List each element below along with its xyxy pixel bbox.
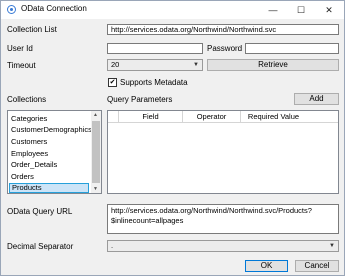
query-parameters-grid[interactable]: Field Operator Required Value — [107, 110, 339, 194]
app-icon — [7, 5, 16, 14]
collection-list-input[interactable]: http://services.odata.org/Northwind/Nort… — [107, 24, 339, 35]
odata-connection-dialog: OData Connection — ☐ ✕ Collection List h… — [0, 0, 345, 276]
retrieve-button[interactable]: Retrieve — [207, 59, 339, 71]
query-url-line-2: $inlinecount=allpages — [111, 216, 184, 225]
chevron-down-icon: ▼ — [193, 62, 199, 68]
grid-row-header — [108, 111, 118, 122]
list-item-selected[interactable]: Products — [9, 183, 89, 193]
scroll-up-icon[interactable]: ▲ — [93, 112, 98, 118]
collections-label: Collections — [7, 95, 47, 104]
grid-header: Field Operator Required Value — [108, 111, 338, 123]
timeout-select[interactable]: 20 ▼ — [107, 59, 203, 71]
list-item[interactable]: Categories — [11, 114, 47, 123]
list-item[interactable]: Customers — [11, 137, 47, 146]
scroll-thumb[interactable] — [92, 121, 100, 183]
scroll-down-icon[interactable]: ▼ — [93, 186, 98, 192]
decimal-separator-label: Decimal Separator — [7, 242, 74, 251]
odata-query-url-label: OData Query URL — [7, 207, 73, 216]
password-input[interactable] — [245, 43, 339, 54]
list-item[interactable]: Employees — [11, 149, 48, 158]
query-parameters-label: Query Parameters — [107, 95, 173, 104]
list-item[interactable]: Orders — [11, 172, 34, 181]
column-header-operator[interactable]: Operator — [182, 111, 240, 122]
cancel-button[interactable]: Cancel — [295, 260, 339, 272]
supports-metadata-label: Supports Metadata — [120, 78, 188, 87]
query-url-line-1: http://services.odata.org/Northwind/Nort… — [111, 206, 312, 215]
decimal-separator-select[interactable]: . ▼ — [107, 240, 339, 252]
window-title: OData Connection — [21, 4, 87, 13]
column-header-required-value[interactable]: Required Value — [240, 111, 306, 122]
list-item[interactable]: Order_Details — [11, 160, 57, 169]
column-header-field[interactable]: Field — [118, 111, 182, 122]
chevron-down-icon: ▼ — [329, 243, 335, 249]
ok-button[interactable]: OK — [245, 260, 288, 272]
maximize-button[interactable]: ☐ — [289, 1, 313, 19]
list-item[interactable]: CustomerDemographics — [11, 125, 92, 134]
password-label: Password — [207, 44, 243, 53]
user-id-label: User Id — [7, 44, 33, 53]
title-bar: OData Connection — ☐ ✕ — [1, 1, 344, 19]
collections-list[interactable]: Categories CustomerDemographics Customer… — [7, 110, 102, 194]
close-button[interactable]: ✕ — [317, 1, 341, 19]
add-button[interactable]: Add — [294, 93, 339, 105]
odata-query-url-input[interactable]: http://services.odata.org/Northwind/Nort… — [107, 204, 339, 234]
timeout-value: 20 — [111, 60, 120, 69]
timeout-label: Timeout — [7, 61, 36, 70]
user-id-input[interactable] — [107, 43, 203, 54]
collections-scrollbar[interactable]: ▲ ▼ — [91, 111, 101, 193]
minimize-button[interactable]: — — [261, 1, 285, 19]
supports-metadata-checkbox[interactable]: ✔ — [108, 78, 117, 87]
checkmark-icon: ✔ — [109, 79, 116, 86]
collection-list-label: Collection List — [7, 25, 57, 34]
decimal-separator-value: . — [111, 241, 114, 250]
